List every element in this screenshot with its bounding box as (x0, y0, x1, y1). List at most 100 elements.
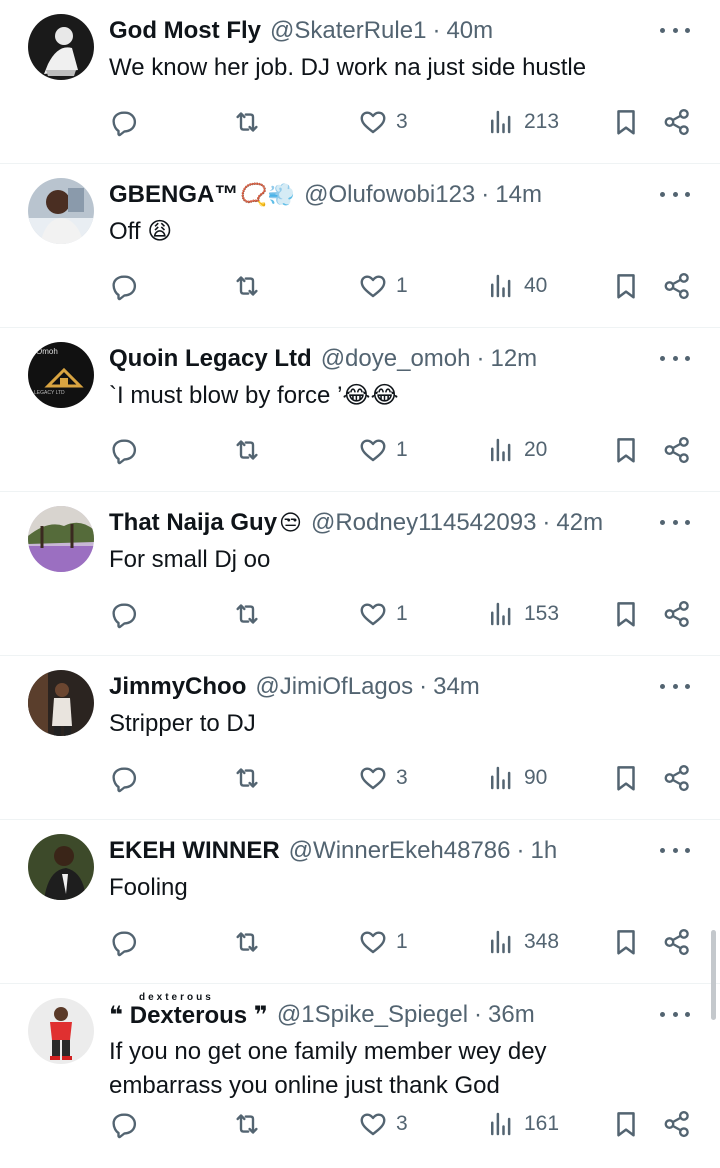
more-icon[interactable] (660, 512, 690, 532)
share-button[interactable] (662, 924, 692, 960)
avatar[interactable] (28, 670, 94, 736)
tweet-text: Stripper to DJ (109, 710, 256, 737)
bookmark-button[interactable] (611, 924, 641, 960)
timestamp[interactable]: 14m (495, 181, 542, 209)
display-name[interactable]: GBENGA™ (109, 181, 238, 209)
display-name[interactable]: dexterous ❝ Dexterous ❞ (109, 992, 268, 1030)
share-button[interactable] (662, 104, 692, 140)
tweet[interactable]: GBENGA™ 📿💨 @Olufowobi123 · 14m Off 😩 1 4… (0, 164, 720, 328)
user-handle[interactable]: @Olufowobi123 (304, 181, 475, 209)
views-icon (486, 763, 516, 793)
avatar[interactable] (28, 14, 94, 80)
more-icon[interactable] (660, 184, 690, 204)
tweet[interactable]: JimmyChoo @JimiOfLagos · 34m Stripper to… (0, 656, 720, 820)
display-name[interactable]: That Naija Guy (109, 509, 277, 537)
bookmark-button[interactable] (611, 1106, 641, 1142)
retweet-button[interactable] (232, 924, 270, 960)
bookmark-button[interactable] (611, 432, 641, 468)
reply-button[interactable] (108, 104, 146, 140)
tweet[interactable]: That Naija Guy 😒 @Rodney114542093 · 42m … (0, 492, 720, 656)
more-icon[interactable] (660, 20, 690, 40)
more-icon[interactable] (660, 1004, 690, 1024)
user-handle[interactable]: @JimiOfLagos (255, 673, 413, 701)
reply-icon (108, 107, 138, 137)
views-button[interactable]: 161 (486, 1106, 559, 1142)
reply-button[interactable] (108, 924, 146, 960)
avatar[interactable] (28, 998, 94, 1064)
views-button[interactable]: 213 (486, 104, 559, 140)
tweet[interactable]: God Most Fly @SkaterRule1 · 40m We know … (0, 0, 720, 164)
user-handle[interactable]: @Rodney114542093 (311, 509, 536, 537)
reply-button[interactable] (108, 432, 146, 468)
reply-button[interactable] (108, 760, 146, 796)
share-icon (662, 599, 692, 629)
tweet-text: Off 😩 (109, 218, 173, 245)
bookmark-button[interactable] (611, 596, 641, 632)
share-button[interactable] (662, 760, 692, 796)
reply-button[interactable] (108, 596, 146, 632)
like-button[interactable]: 3 (358, 1106, 408, 1142)
views-button[interactable]: 153 (486, 596, 559, 632)
retweet-button[interactable] (232, 760, 270, 796)
view-count: 348 (524, 930, 560, 953)
user-handle[interactable]: @1Spike_Spiegel (277, 1001, 468, 1029)
timestamp[interactable]: 34m (433, 673, 480, 701)
more-icon[interactable] (660, 676, 690, 696)
retweet-button[interactable] (232, 104, 270, 140)
views-button[interactable]: 348 (486, 924, 559, 960)
avatar[interactable] (28, 834, 94, 900)
retweet-button[interactable] (232, 596, 270, 632)
share-icon (662, 107, 692, 137)
scrollbar[interactable] (711, 930, 716, 1020)
tweet[interactable]: dexterous ❝ Dexterous ❞ @1Spike_Spiegel ·… (0, 984, 720, 1168)
display-name[interactable]: God Most Fly (109, 17, 261, 45)
timestamp[interactable]: 12m (490, 345, 537, 373)
display-name[interactable]: JimmyChoo (109, 673, 246, 701)
action-bar: 3 90 (0, 760, 720, 796)
avatar[interactable] (28, 178, 94, 244)
like-button[interactable]: 1 (358, 268, 408, 304)
share-icon (662, 271, 692, 301)
bookmark-icon (611, 599, 641, 629)
share-button[interactable] (662, 432, 692, 468)
display-name[interactable]: Quoin Legacy Ltd (109, 345, 312, 373)
avatar[interactable]: Omoh LEGACY LTD (28, 342, 94, 408)
timestamp[interactable]: 40m (446, 17, 493, 45)
retweet-button[interactable] (232, 1106, 270, 1142)
retweet-icon (232, 271, 262, 301)
like-button[interactable]: 1 (358, 432, 408, 468)
views-button[interactable]: 20 (486, 432, 547, 468)
retweet-button[interactable] (232, 432, 270, 468)
retweet-button[interactable] (232, 268, 270, 304)
timestamp[interactable]: 1h (531, 837, 558, 865)
like-button[interactable]: 3 (358, 104, 408, 140)
share-button[interactable] (662, 1106, 692, 1142)
like-button[interactable]: 1 (358, 596, 408, 632)
timestamp[interactable]: 36m (488, 1001, 535, 1029)
share-button[interactable] (662, 596, 692, 632)
views-button[interactable]: 90 (486, 760, 547, 796)
like-button[interactable]: 3 (358, 760, 408, 796)
bookmark-button[interactable] (611, 268, 641, 304)
bookmark-button[interactable] (611, 104, 641, 140)
user-handle[interactable]: @doye_omoh (321, 345, 471, 373)
separator-dot: · (432, 17, 441, 44)
more-icon[interactable] (660, 348, 690, 368)
reply-button[interactable] (108, 1106, 146, 1142)
share-button[interactable] (662, 268, 692, 304)
like-button[interactable]: 1 (358, 924, 408, 960)
views-button[interactable]: 40 (486, 268, 547, 304)
more-icon[interactable] (660, 840, 690, 860)
reply-icon (108, 927, 138, 957)
timestamp[interactable]: 42m (556, 509, 603, 537)
bookmark-button[interactable] (611, 760, 641, 796)
user-handle[interactable]: @WinnerEkeh48786 (289, 837, 511, 865)
display-name[interactable]: EKEH WINNER (109, 837, 280, 865)
reply-button[interactable] (108, 268, 146, 304)
views-icon (486, 107, 516, 137)
avatar[interactable] (28, 506, 94, 572)
tweet[interactable]: EKEH WINNER @WinnerEkeh48786 · 1h Foolin… (0, 820, 720, 984)
tweet[interactable]: Omoh LEGACY LTD Quoin Legacy Ltd @doye_om… (0, 328, 720, 492)
avatar-logo-text: Omoh (36, 347, 58, 356)
user-handle[interactable]: @SkaterRule1 (270, 17, 426, 45)
